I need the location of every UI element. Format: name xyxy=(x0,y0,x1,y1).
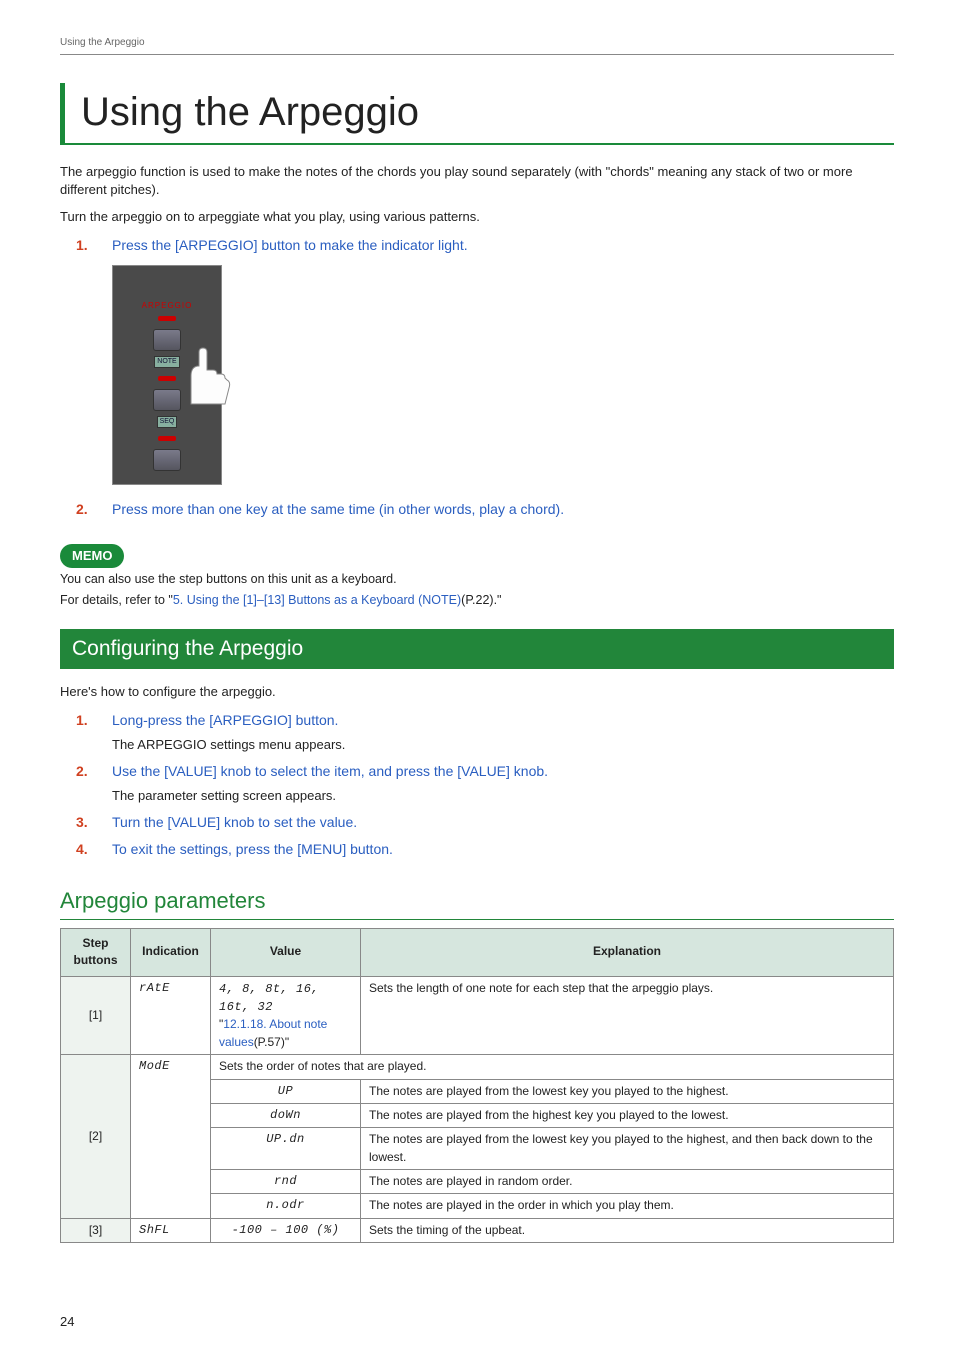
step2-item-1: 1. Long-press the [ARPEGGIO] button. xyxy=(76,710,894,730)
cell-explanation: The notes are played from the highest ke… xyxy=(361,1103,894,1127)
cell-mode-span: Sets the order of notes that are played. xyxy=(211,1055,894,1079)
table-row: [2] ModE Sets the order of notes that ar… xyxy=(61,1055,894,1079)
panel-seq-button xyxy=(153,449,181,471)
th-indication: Indication xyxy=(131,928,211,976)
memo-line-1: You can also use the step buttons on thi… xyxy=(60,570,894,588)
cell-step: [3] xyxy=(61,1218,131,1242)
cell-step: [1] xyxy=(61,976,131,1055)
memo-line-2: For details, refer to "5. Using the [1]–… xyxy=(60,591,894,609)
memo-text-after: (P.22)." xyxy=(461,593,501,607)
step-text: Press the [ARPEGGIO] button to make the … xyxy=(112,235,468,255)
th-step: Step buttons xyxy=(61,928,131,976)
step2-sub-2: The parameter setting screen appears. xyxy=(112,787,894,806)
cell-step: [2] xyxy=(61,1055,131,1219)
pointing-hand-icon xyxy=(183,346,233,406)
panel-arpeggio-button xyxy=(153,329,181,351)
step-text: Turn the [VALUE] knob to set the value. xyxy=(112,812,357,832)
step-text: To exit the settings, press the [MENU] b… xyxy=(112,839,393,859)
cell-indication: ShFL xyxy=(131,1218,211,1242)
step-number: 4. xyxy=(76,839,112,859)
panel-note-button xyxy=(153,389,181,411)
cell-value: n.odr xyxy=(211,1194,361,1218)
th-explanation: Explanation xyxy=(361,928,894,976)
step1-item-2: 2. Press more than one key at the same t… xyxy=(76,499,894,519)
intro-paragraph-2: Turn the arpeggio on to arpeggiate what … xyxy=(60,208,894,227)
cell-explanation: The notes are played in random order. xyxy=(361,1170,894,1194)
table-row: [1] rAtE 4, 8, 8t, 16, 16t, 32 "12.1.18.… xyxy=(61,976,894,1055)
step1-item-1: 1. Press the [ARPEGGIO] button to make t… xyxy=(76,235,894,255)
step2-item-4: 4. To exit the settings, press the [MENU… xyxy=(76,839,894,859)
step-text: Press more than one key at the same time… xyxy=(112,499,564,519)
panel-note-label: NOTE xyxy=(154,356,179,368)
value-link-after: (P.57)" xyxy=(254,1035,289,1049)
step-number: 3. xyxy=(76,812,112,832)
intro-paragraph-1: The arpeggio function is used to make th… xyxy=(60,163,894,201)
subheading-arpeggio-params: Arpeggio parameters xyxy=(60,885,894,920)
memo-text-before: For details, refer to " xyxy=(60,593,173,607)
step2-sub-1: The ARPEGGIO settings menu appears. xyxy=(112,736,894,755)
cell-value: -100 – 100 (%) xyxy=(211,1218,361,1242)
section-heading-configuring: Configuring the Arpeggio xyxy=(60,629,894,669)
panel-led-icon xyxy=(158,316,176,321)
value-seg7: 4, 8, 8t, 16, 16t, 32 xyxy=(219,982,319,1014)
step-number: 1. xyxy=(76,235,112,255)
step-text: Long-press the [ARPEGGIO] button. xyxy=(112,710,338,730)
arpeggio-panel-image: ARPEGGIO NOTE SEQ xyxy=(112,265,222,485)
step2-item-2: 2. Use the [VALUE] knob to select the it… xyxy=(76,761,894,781)
table-header-row: Step buttons Indication Value Explanatio… xyxy=(61,928,894,976)
arpeggio-params-table: Step buttons Indication Value Explanatio… xyxy=(60,928,894,1243)
cell-indication: ModE xyxy=(131,1055,211,1219)
page-number: 24 xyxy=(60,1313,74,1332)
config-intro: Here's how to configure the arpeggio. xyxy=(60,683,894,702)
panel-led-icon xyxy=(158,436,176,441)
page-title: Using the Arpeggio xyxy=(60,83,894,145)
cell-value: doWn xyxy=(211,1103,361,1127)
cell-value: UP.dn xyxy=(211,1128,361,1170)
step-number: 2. xyxy=(76,761,112,781)
cell-value: 4, 8, 8t, 16, 16t, 32 "12.1.18. About no… xyxy=(211,976,361,1055)
memo-badge: MEMO xyxy=(60,544,124,569)
cell-explanation: The notes are played from the lowest key… xyxy=(361,1128,894,1170)
step-text: Use the [VALUE] knob to select the item,… xyxy=(112,761,548,781)
panel-arpeggio-label: ARPEGGIO xyxy=(142,300,193,312)
cell-explanation: The notes are played from the lowest key… xyxy=(361,1079,894,1103)
panel-led-icon xyxy=(158,376,176,381)
step-number: 2. xyxy=(76,499,112,519)
cell-explanation: The notes are played in the order in whi… xyxy=(361,1194,894,1218)
th-value: Value xyxy=(211,928,361,976)
cell-explanation: Sets the timing of the upbeat. xyxy=(361,1218,894,1242)
panel-seq-label: SEQ xyxy=(157,416,178,428)
step-number: 1. xyxy=(76,710,112,730)
running-head: Using the Arpeggio xyxy=(60,36,894,55)
cell-indication: rAtE xyxy=(131,976,211,1055)
memo-link[interactable]: 5. Using the [1]–[13] Buttons as a Keybo… xyxy=(173,593,461,607)
cell-value: rnd xyxy=(211,1170,361,1194)
cell-explanation: Sets the length of one note for each ste… xyxy=(361,976,894,1055)
cell-value: UP xyxy=(211,1079,361,1103)
step2-item-3: 3. Turn the [VALUE] knob to set the valu… xyxy=(76,812,894,832)
table-row: [3] ShFL -100 – 100 (%) Sets the timing … xyxy=(61,1218,894,1242)
